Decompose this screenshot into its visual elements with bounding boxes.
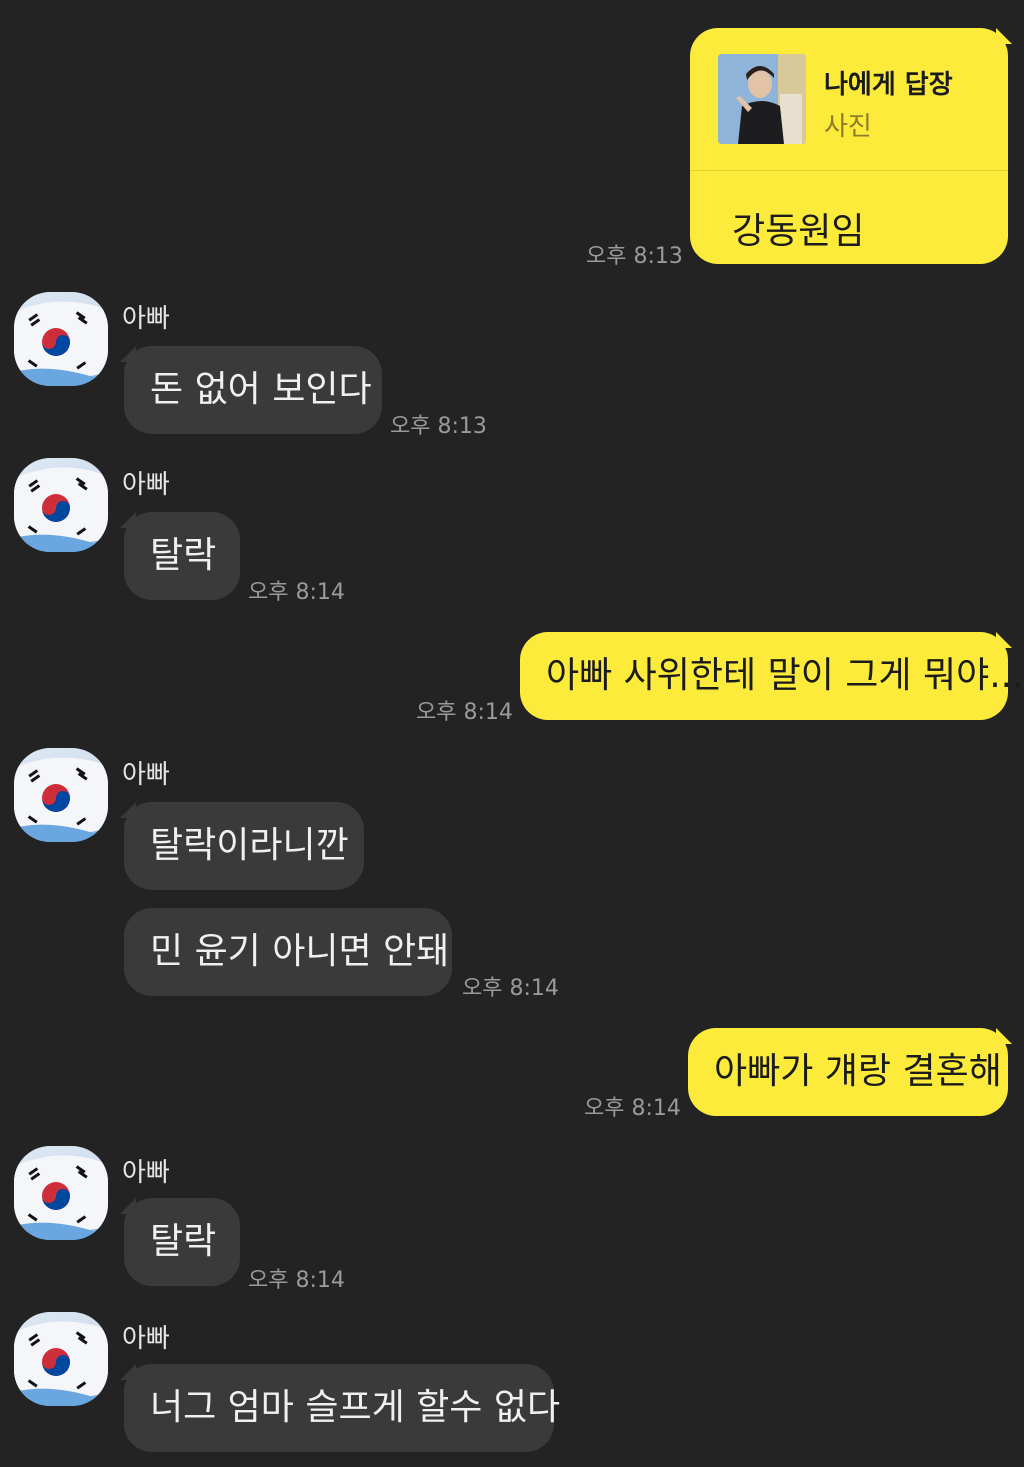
message-time: 오후 8:13 bbox=[390, 414, 487, 439]
outgoing-reply-bubble[interactable]: 나에게 답장 사진 강동원임 bbox=[690, 28, 1008, 264]
incoming-message-bubble[interactable]: 탈락이라니깐 bbox=[124, 802, 364, 890]
sender-name: 아빠 bbox=[122, 304, 170, 334]
message-text: 강동원임 bbox=[732, 211, 865, 252]
message-text: 너그 엄마 슬프게 할수 없다 bbox=[150, 1387, 561, 1428]
sender-avatar[interactable] bbox=[14, 1312, 108, 1406]
korean-flag-icon bbox=[14, 1155, 108, 1240]
message-time: 오후 8:14 bbox=[462, 976, 559, 1001]
message-time: 오후 8:13 bbox=[586, 244, 683, 269]
reply-subtitle: 사진 bbox=[824, 112, 872, 142]
reply-divider bbox=[690, 170, 1008, 171]
message-text: 돈 없어 보인다 bbox=[150, 369, 372, 410]
korean-flag-icon bbox=[14, 757, 108, 842]
sender-avatar[interactable] bbox=[14, 1146, 108, 1240]
incoming-message-bubble[interactable]: 민 윤기 아니면 안돼 bbox=[124, 908, 452, 996]
message-text: 아빠 사위한테 말이 그게 뭐야... bbox=[546, 655, 1024, 696]
sender-name: 아빠 bbox=[122, 760, 170, 790]
sender-avatar[interactable] bbox=[14, 292, 108, 386]
photo-thumbnail-image bbox=[718, 54, 806, 144]
message-text: 아빠가 걔랑 결혼해 bbox=[714, 1051, 1002, 1092]
message-time: 오후 8:14 bbox=[416, 700, 513, 725]
sender-avatar[interactable] bbox=[14, 748, 108, 842]
reply-title: 나에게 답장 bbox=[824, 70, 953, 100]
sender-name: 아빠 bbox=[122, 470, 170, 500]
sender-name: 아빠 bbox=[122, 1158, 170, 1188]
outgoing-message-bubble[interactable]: 아빠 사위한테 말이 그게 뭐야... bbox=[520, 632, 1024, 720]
incoming-message-bubble[interactable]: 돈 없어 보인다 bbox=[124, 346, 382, 434]
photo-thumbnail[interactable] bbox=[718, 54, 806, 144]
bubble-tail bbox=[996, 632, 1012, 648]
bubble-tail bbox=[996, 1028, 1012, 1044]
message-text: 탈락이라니깐 bbox=[150, 825, 349, 866]
message-time: 오후 8:14 bbox=[248, 580, 345, 605]
korean-flag-icon bbox=[14, 467, 108, 552]
korean-flag-icon bbox=[14, 1321, 108, 1406]
message-text: 탈락 bbox=[150, 535, 217, 576]
bubble-tail bbox=[996, 28, 1012, 44]
korean-flag-icon bbox=[14, 301, 108, 386]
message-time: 오후 8:14 bbox=[248, 1268, 345, 1293]
outgoing-message-bubble[interactable]: 아빠가 걔랑 결혼해 bbox=[688, 1028, 1008, 1116]
incoming-message-bubble[interactable]: 탈락 bbox=[124, 1198, 240, 1286]
message-time: 오후 8:14 bbox=[584, 1096, 681, 1121]
sender-name: 아빠 bbox=[122, 1324, 170, 1354]
incoming-message-bubble[interactable]: 너그 엄마 슬프게 할수 없다 bbox=[124, 1364, 560, 1452]
sender-avatar[interactable] bbox=[14, 458, 108, 552]
message-text: 민 윤기 아니면 안돼 bbox=[150, 931, 450, 972]
incoming-message-bubble[interactable]: 탈락 bbox=[124, 512, 240, 600]
message-text: 탈락 bbox=[150, 1221, 217, 1262]
